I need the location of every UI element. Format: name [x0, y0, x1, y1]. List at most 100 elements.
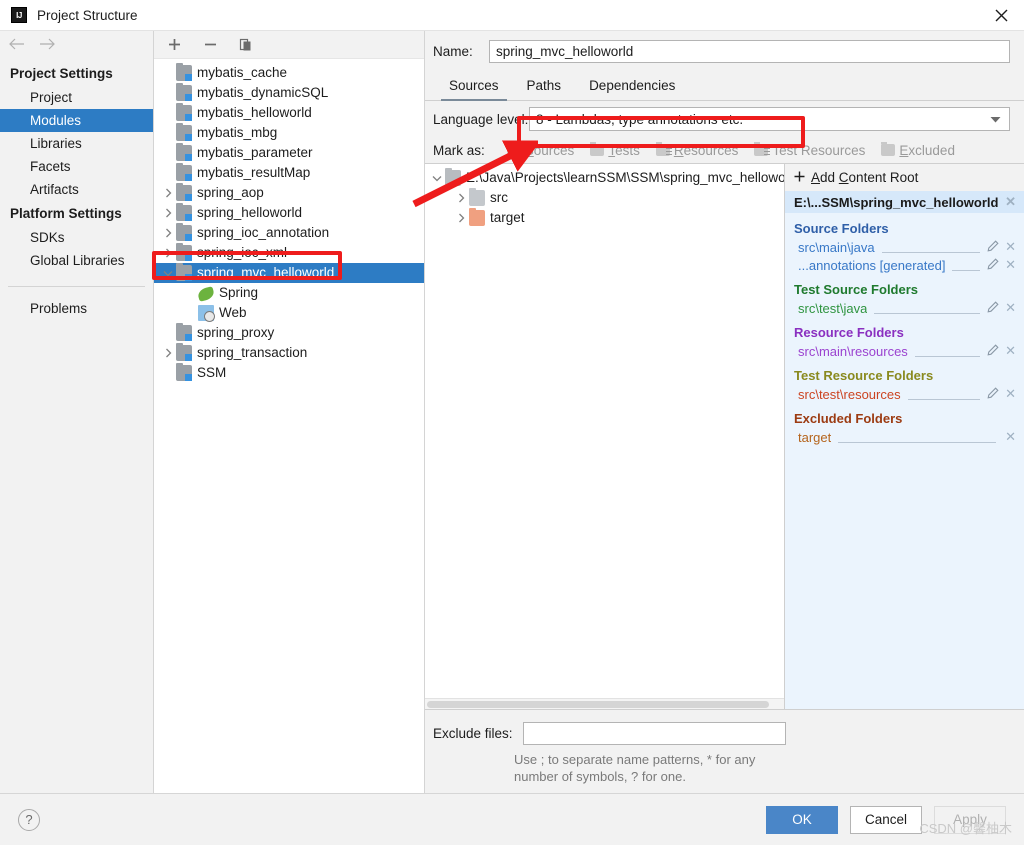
content-root-tree-row-label: E:\Java\Projects\learnSSM\SSM\spring_mvc… [466, 170, 784, 185]
ok-button[interactable]: OK [766, 805, 838, 834]
chevron-down-icon[interactable] [160, 270, 176, 277]
sidebar-item-project[interactable]: Project [0, 86, 153, 109]
content-root-tree-row[interactable]: E:\Java\Projects\learnSSM\SSM\spring_mvc… [425, 168, 784, 188]
sidebar-item-modules[interactable]: Modules [0, 109, 153, 132]
chevron-down-icon[interactable] [429, 175, 445, 182]
module-tree-row[interactable]: mybatis_cache [154, 63, 424, 83]
cancel-button[interactable]: Cancel [850, 805, 922, 834]
chevron-right-icon[interactable] [453, 193, 469, 203]
mark-as-test-resources-button[interactable]: Test Resources [746, 142, 873, 158]
folder-path-label: src\main\java [798, 239, 875, 255]
folder-group-title: Resource Folders [794, 325, 904, 340]
sidebar-item-sdks[interactable]: SDKs [0, 226, 153, 249]
folder-path-label: src\main\resources [798, 343, 908, 359]
module-tree-row-label: Spring [219, 285, 259, 300]
module-tree-row-label: spring_aop [197, 185, 264, 200]
mark-as-tests-button[interactable]: Tests [582, 142, 648, 158]
content-root-tree-row[interactable]: src [425, 188, 784, 208]
sidebar-item-problems[interactable]: Problems [0, 297, 153, 320]
edit-pencil-icon[interactable] [987, 300, 999, 316]
edit-pencil-icon[interactable] [987, 257, 999, 273]
scrollbar-thumb[interactable] [427, 701, 769, 708]
content-root-tree[interactable]: E:\Java\Projects\learnSSM\SSM\spring_mvc… [425, 164, 784, 698]
copy-module-button[interactable] [236, 35, 256, 55]
chevron-right-icon[interactable] [160, 188, 176, 198]
remove-folder-icon[interactable]: ✕ [1003, 239, 1016, 255]
settings-sidebar: Project Settings Project Modules Librari… [0, 31, 154, 793]
remove-folder-icon[interactable]: ✕ [1003, 386, 1016, 402]
module-tree-row[interactable]: spring_ioc_xml [154, 243, 424, 263]
mark-as-sources-button[interactable]: SSourcesources [499, 142, 583, 158]
sidebar-item-facets[interactable]: Facets [0, 155, 153, 178]
folder-path-row[interactable]: ...annotations [generated] ✕ [785, 256, 1024, 274]
language-level-value: 8 - Lambdas, type annotations etc. [536, 111, 744, 127]
module-tree-row[interactable]: spring_helloworld [154, 203, 424, 223]
module-name-input[interactable]: spring_mvc_helloworld [489, 39, 1010, 63]
content-root-tree-row[interactable]: target [425, 208, 784, 228]
module-tree-row[interactable]: Spring [154, 283, 424, 303]
tab-paths[interactable]: Paths [513, 76, 576, 100]
edit-pencil-icon[interactable] [987, 239, 999, 255]
module-tree[interactable]: mybatis_cache mybatis_dynamicSQL mybatis_h… [154, 59, 424, 793]
help-icon[interactable]: ? [18, 808, 40, 831]
chevron-right-icon[interactable] [160, 348, 176, 358]
edit-pencil-icon[interactable] [987, 343, 999, 359]
module-icon [176, 143, 192, 161]
close-icon[interactable] [978, 0, 1024, 31]
chevron-right-icon[interactable] [160, 248, 176, 258]
sources-folder-icon [506, 142, 521, 156]
module-tree-row[interactable]: mybatis_dynamicSQL [154, 83, 424, 103]
module-tree-row-label: spring_helloworld [197, 205, 303, 220]
chevron-right-icon[interactable] [160, 208, 176, 218]
folder-path-row[interactable]: src\test\java ✕ [785, 299, 1024, 317]
sidebar-item-global-libraries[interactable]: Global Libraries [0, 249, 153, 272]
add-module-button[interactable] [164, 35, 184, 55]
exclude-files-input[interactable] [522, 722, 786, 745]
sidebar-divider [8, 286, 145, 287]
folder-path-row[interactable]: src\main\java ✕ [785, 238, 1024, 256]
module-tree-row[interactable]: spring_proxy [154, 323, 424, 343]
folder-path-row[interactable]: target ✕ [785, 428, 1024, 446]
folder-path-row[interactable]: src\main\resources ✕ [785, 342, 1024, 360]
remove-folder-icon[interactable]: ✕ [1003, 343, 1016, 359]
sidebar-item-artifacts[interactable]: Artifacts [0, 178, 153, 201]
arrow-left-icon[interactable] [8, 37, 25, 55]
module-tree-row[interactable]: spring_aop [154, 183, 424, 203]
content-root-header: E:\...SSM\spring_mvc_helloworld ✕ [785, 191, 1024, 213]
edit-pencil-icon[interactable] [987, 386, 999, 402]
module-icon [176, 183, 192, 201]
remove-folder-icon[interactable]: ✕ [1003, 300, 1016, 316]
module-tree-row[interactable]: mybatis_mbg [154, 123, 424, 143]
sidebar-group-platform-settings: Platform Settings [10, 206, 122, 221]
add-content-root-button[interactable]: Add Content Root [785, 164, 1024, 191]
language-level-select[interactable]: 8 - Lambdas, type annotations etc. [529, 107, 1010, 131]
add-content-root-label: Add Content Root [811, 170, 919, 185]
folder-path-label: src\test\java [798, 300, 868, 316]
module-tree-row[interactable]: spring_transaction [154, 343, 424, 363]
mark-as-excluded-button[interactable]: Excluded [873, 142, 963, 158]
plus-icon [794, 170, 805, 185]
module-tree-row[interactable]: mybatis_parameter [154, 143, 424, 163]
horizontal-scrollbar[interactable] [425, 698, 784, 709]
module-tree-row[interactable]: spring_mvc_helloworld [154, 263, 424, 283]
apply-button[interactable]: Apply [934, 805, 1006, 834]
module-tree-row[interactable]: mybatis_helloworld [154, 103, 424, 123]
module-tree-row[interactable]: SSM [154, 363, 424, 383]
tests-folder-icon [590, 142, 605, 156]
chevron-right-icon[interactable] [453, 213, 469, 223]
module-tree-row[interactable]: spring_ioc_annotation [154, 223, 424, 243]
module-tree-row[interactable]: mybatis_resultMap [154, 163, 424, 183]
tab-dependencies[interactable]: Dependencies [575, 76, 689, 100]
sidebar-item-libraries[interactable]: Libraries [0, 132, 153, 155]
chevron-right-icon[interactable] [160, 228, 176, 238]
tab-sources[interactable]: Sources [435, 76, 513, 101]
remove-module-button[interactable] [200, 35, 220, 55]
module-tree-row-label: mybatis_parameter [197, 145, 313, 160]
mark-as-resources-button[interactable]: Resources [648, 142, 747, 158]
remove-content-root-icon[interactable]: ✕ [1003, 194, 1016, 210]
arrow-right-icon[interactable] [39, 37, 56, 55]
module-tree-row[interactable]: Web [154, 303, 424, 323]
folder-path-row[interactable]: src\test\resources ✕ [785, 385, 1024, 403]
remove-folder-icon[interactable]: ✕ [1003, 257, 1016, 273]
remove-folder-icon[interactable]: ✕ [1003, 429, 1016, 445]
